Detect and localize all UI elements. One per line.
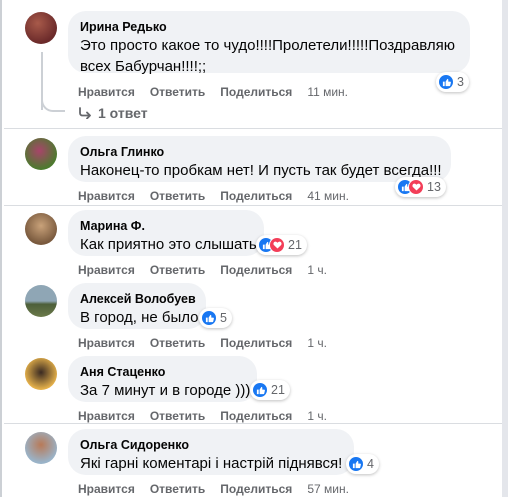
thumbs-up-icon (348, 456, 364, 472)
reply-button[interactable]: Ответить (150, 189, 205, 203)
reaction-summary[interactable]: 21 (256, 235, 307, 255)
heart-icon (269, 237, 285, 253)
like-button[interactable]: Нравится (78, 263, 135, 277)
comment-bubble: Аня Стаценко За 7 минут и в городе ))) (68, 356, 257, 402)
comment-text: Как приятно это слышать (80, 236, 257, 253)
comment-timestamp[interactable]: 11 мин. (307, 85, 348, 99)
share-button[interactable]: Поделиться (220, 336, 292, 350)
avatar[interactable] (25, 213, 57, 245)
comment-timestamp[interactable]: 1 ч. (307, 263, 327, 277)
avatar[interactable] (25, 358, 57, 390)
comment-bubble: Ольга Глинко Наконец-то пробкам нет! И п… (68, 136, 451, 182)
comment-author[interactable]: Марина Ф. (80, 218, 252, 234)
reaction-count: 21 (288, 238, 302, 252)
comment-timestamp[interactable]: 1 ч. (307, 409, 327, 423)
thread-curve (41, 94, 65, 112)
divider (4, 128, 502, 129)
reaction-summary[interactable]: 4 (346, 454, 379, 474)
reaction-summary[interactable]: 3 (436, 72, 469, 92)
comment-author[interactable]: Ольга Глинко (80, 144, 439, 160)
share-button[interactable]: Поделиться (220, 409, 292, 423)
comment-actions: Нравится Ответить Поделиться 57 мин. (78, 482, 364, 496)
share-button[interactable]: Поделиться (220, 85, 292, 99)
thumbs-up-icon (252, 382, 268, 398)
comment-text: За 7 минут и в городе ))) (80, 382, 251, 399)
avatar[interactable] (25, 285, 57, 317)
comment-actions: Нравится Ответить Поделиться 41 мин. (78, 189, 364, 203)
comment-bubble: Марина Ф. Как приятно это слышать (68, 210, 264, 256)
thumbs-up-icon (438, 74, 454, 90)
replies-count: 1 ответ (98, 105, 148, 121)
like-button[interactable]: Нравится (78, 336, 135, 350)
comment-author[interactable]: Ольга Сидоренко (80, 437, 342, 453)
reaction-summary[interactable]: 5 (199, 308, 232, 328)
comment-actions: Нравится Ответить Поделиться 1 ч. (78, 263, 342, 277)
comment-author[interactable]: Алексей Волобуев (80, 291, 196, 307)
like-button[interactable]: Нравится (78, 482, 135, 496)
thumbs-up-icon (201, 310, 217, 326)
comment-bubble: Ирина Редько Это просто какое то чудо!!!… (68, 11, 470, 75)
avatar[interactable] (25, 432, 57, 464)
comment-bubble: Алексей Волобуев В город, не было (68, 283, 206, 329)
reply-arrow-icon (79, 107, 91, 119)
page-left-border (0, 0, 2, 497)
heart-icon (408, 179, 424, 195)
comment-actions: Нравится Ответить Поделиться 1 ч. (78, 409, 342, 423)
comment-timestamp[interactable]: 57 мин. (307, 482, 349, 496)
comment-author[interactable]: Аня Стаценко (80, 364, 245, 380)
reply-button[interactable]: Ответить (150, 263, 205, 277)
comment-bubble: Ольга Сидоренко Які гарні коментарі і на… (68, 429, 354, 475)
reaction-count: 21 (271, 383, 285, 397)
comment-timestamp[interactable]: 41 мин. (307, 189, 349, 203)
share-button[interactable]: Поделиться (220, 263, 292, 277)
reaction-summary[interactable]: 21 (250, 380, 290, 400)
comment-text-line-1: Это просто какое то чудо!!!!Пролетели!!!… (80, 37, 456, 54)
reaction-count: 13 (427, 180, 441, 194)
reaction-count: 5 (220, 311, 227, 325)
comment-actions: Нравится Ответить Поделиться 11 мин. (78, 85, 363, 99)
scrollbar-track[interactable] (502, 0, 508, 497)
comment-text: В город, не было (80, 309, 199, 326)
reply-button[interactable]: Ответить (150, 336, 205, 350)
divider (4, 205, 502, 206)
comment-text: Наконец-то пробкам нет! И пусть так буде… (80, 162, 442, 179)
reply-button[interactable]: Ответить (150, 409, 205, 423)
reply-button[interactable]: Ответить (150, 482, 205, 496)
like-button[interactable]: Нравится (78, 409, 135, 423)
comment-actions: Нравится Ответить Поделиться 1 ч. (78, 336, 342, 350)
like-button[interactable]: Нравится (78, 189, 135, 203)
comment-text: Які гарні коментарі і настрій піднявся! (80, 455, 343, 472)
comment-timestamp[interactable]: 1 ч. (307, 336, 327, 350)
divider (4, 423, 502, 424)
share-button[interactable]: Поделиться (220, 482, 292, 496)
reaction-summary[interactable]: 13 (395, 177, 446, 197)
like-button[interactable]: Нравится (78, 85, 135, 99)
avatar[interactable] (25, 12, 57, 44)
view-replies-link[interactable]: 1 ответ (78, 105, 148, 121)
reaction-count: 3 (457, 75, 464, 89)
reply-button[interactable]: Ответить (150, 85, 205, 99)
avatar[interactable] (25, 138, 57, 170)
comment-author[interactable]: Ирина Редько (80, 19, 458, 35)
reaction-count: 4 (367, 457, 374, 471)
comment-text-line-2: всех Бабурчан!!!!;; (80, 58, 207, 75)
share-button[interactable]: Поделиться (220, 189, 292, 203)
